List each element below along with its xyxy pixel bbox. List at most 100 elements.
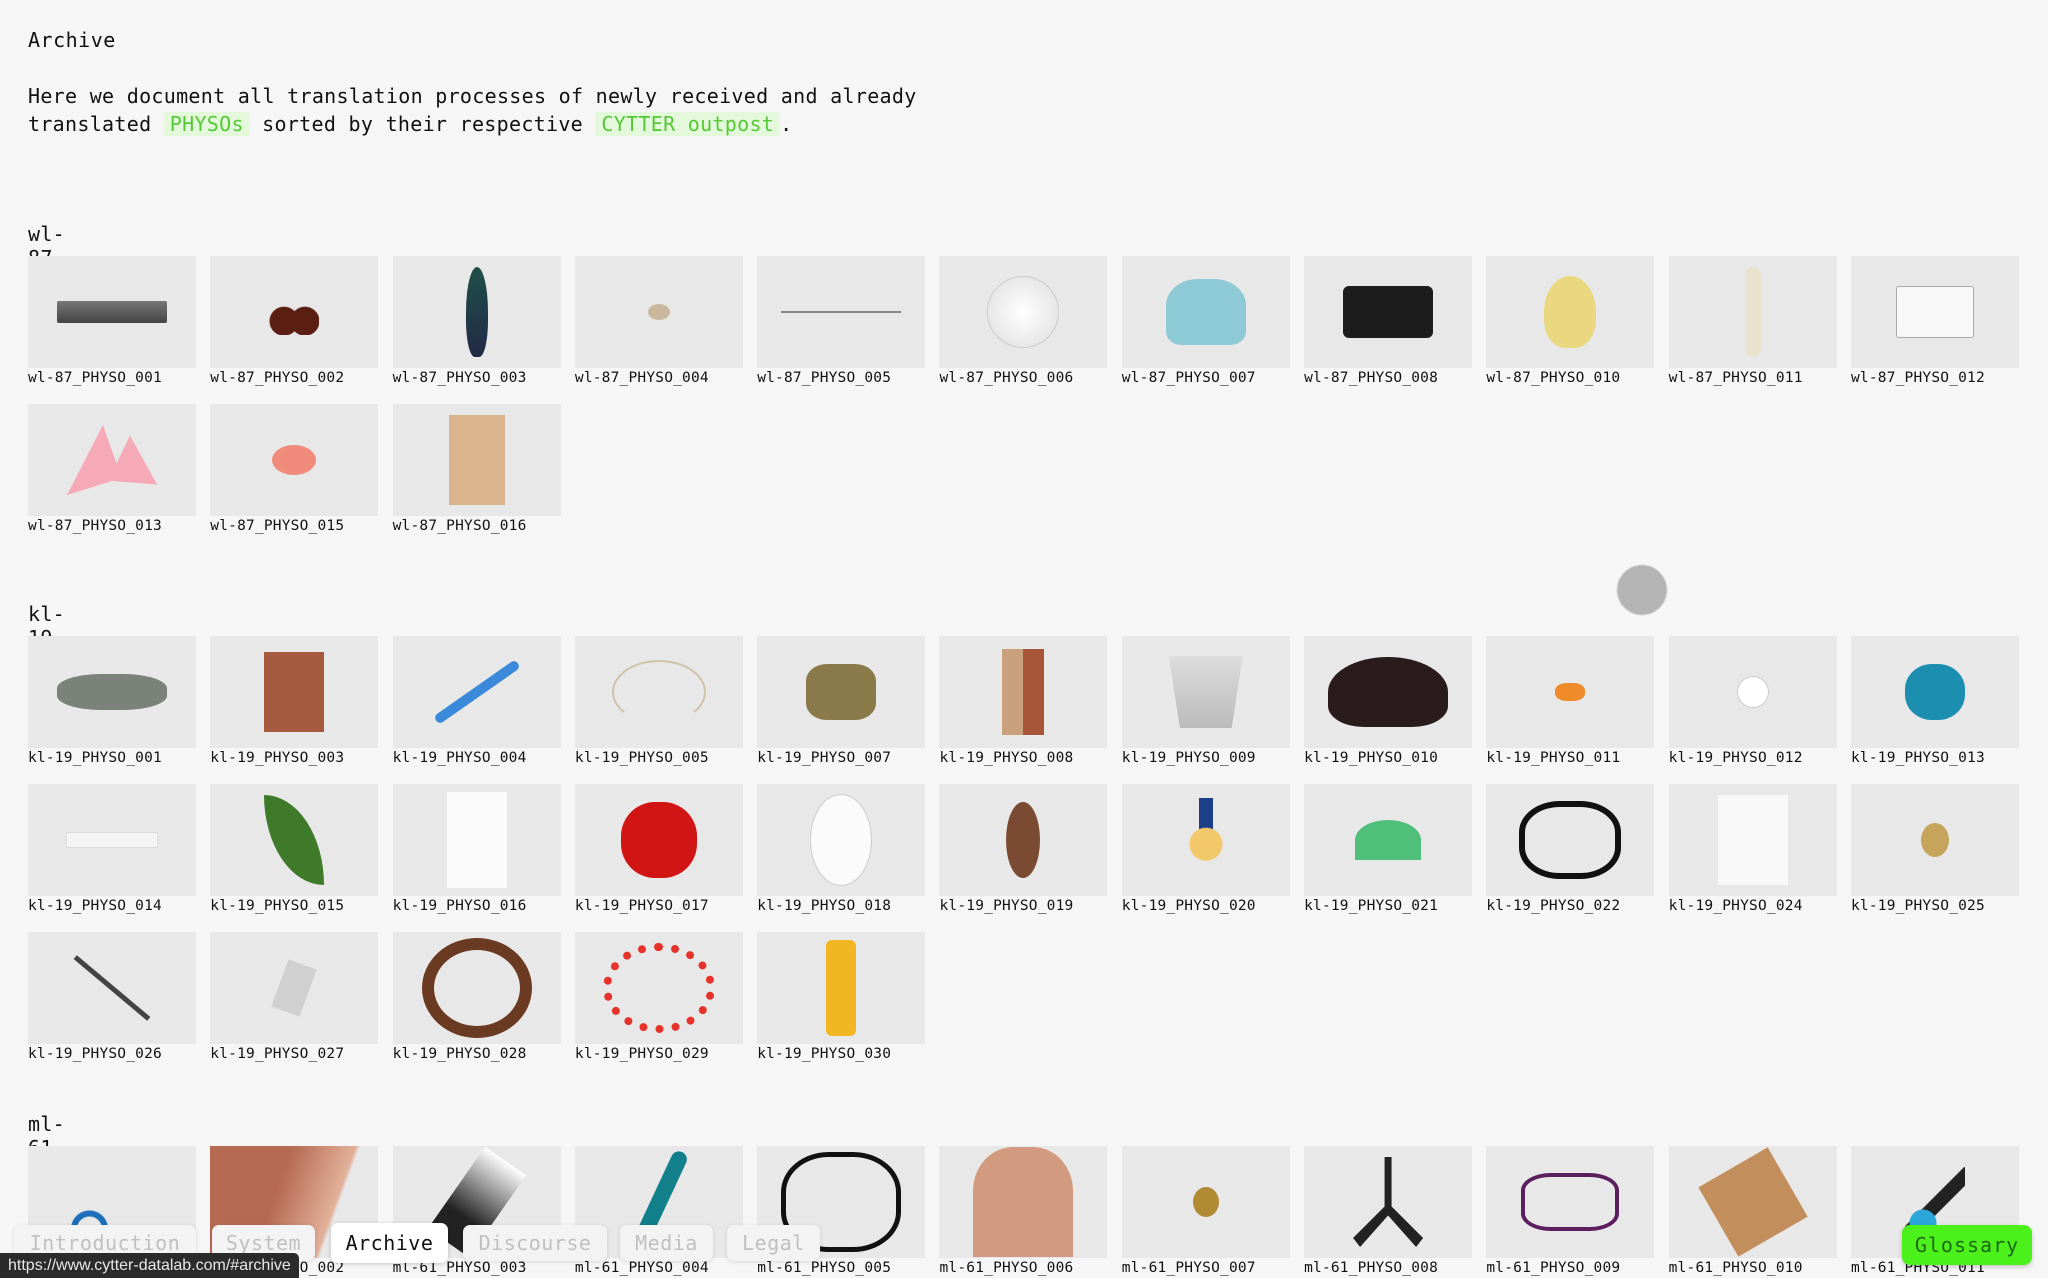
physo-item[interactable]: kl-19_PHYSO_024	[1668, 784, 1837, 914]
physo-thumbnail[interactable]	[757, 784, 926, 896]
physo-item[interactable]: kl-19_PHYSO_020	[1121, 784, 1290, 914]
physo-thumbnail[interactable]	[210, 636, 379, 748]
physo-item[interactable]: kl-19_PHYSO_017	[574, 784, 743, 914]
physo-item[interactable]: kl-19_PHYSO_030	[757, 932, 926, 1062]
physo-thumbnail[interactable]	[210, 932, 379, 1044]
physo-thumbnail[interactable]	[1304, 784, 1473, 896]
physo-thumbnail[interactable]	[392, 404, 561, 516]
physo-item[interactable]: kl-19_PHYSO_007	[757, 636, 926, 766]
physo-thumbnail[interactable]	[1304, 636, 1473, 748]
physo-item[interactable]: wl-87_PHYSO_010	[1486, 256, 1655, 386]
physo-thumbnail[interactable]	[1668, 784, 1837, 896]
physo-thumbnail[interactable]	[1486, 1146, 1655, 1258]
physo-thumbnail[interactable]	[1668, 1146, 1837, 1258]
physo-item[interactable]: kl-19_PHYSO_028	[392, 932, 561, 1062]
physo-thumbnail[interactable]	[757, 932, 926, 1044]
physo-thumbnail[interactable]	[1486, 784, 1655, 896]
physo-item[interactable]: wl-87_PHYSO_006	[939, 256, 1108, 386]
physo-thumbnail[interactable]	[574, 932, 743, 1044]
physo-item[interactable]: wl-87_PHYSO_012	[1850, 256, 2019, 386]
physo-item[interactable]: wl-87_PHYSO_002	[210, 256, 379, 386]
physo-thumbnail[interactable]	[392, 636, 561, 748]
physos-link[interactable]: PHYSOs	[163, 112, 250, 136]
physo-thumbnail[interactable]	[574, 256, 743, 368]
physo-thumbnail[interactable]	[574, 784, 743, 896]
physo-item[interactable]: kl-19_PHYSO_008	[939, 636, 1108, 766]
physo-thumbnail[interactable]	[1668, 636, 1837, 748]
physo-item[interactable]: kl-19_PHYSO_026	[28, 932, 196, 1062]
cytter-outpost-link[interactable]: CYTTER outpost	[595, 112, 781, 136]
physo-thumbnail[interactable]	[1850, 636, 2019, 748]
physo-thumbnail[interactable]	[757, 256, 926, 368]
physo-item[interactable]: ml-61_PHYSO_008	[1304, 1146, 1473, 1276]
tab-archive[interactable]: Archive	[331, 1223, 448, 1263]
physo-item[interactable]: wl-87_PHYSO_004	[574, 256, 743, 386]
physo-thumbnail[interactable]	[28, 404, 196, 516]
physo-thumbnail[interactable]	[28, 636, 196, 748]
physo-item[interactable]: kl-19_PHYSO_003	[210, 636, 379, 766]
physo-item[interactable]: kl-19_PHYSO_014	[28, 784, 196, 914]
physo-item[interactable]: kl-19_PHYSO_021	[1304, 784, 1473, 914]
physo-item[interactable]: kl-19_PHYSO_011	[1486, 636, 1655, 766]
physo-item[interactable]: kl-19_PHYSO_009	[1121, 636, 1290, 766]
physo-thumbnail[interactable]	[1121, 256, 1290, 368]
physo-thumbnail[interactable]	[939, 636, 1108, 748]
physo-item[interactable]: kl-19_PHYSO_027	[210, 932, 379, 1062]
physo-thumbnail[interactable]	[28, 784, 196, 896]
physo-item[interactable]: kl-19_PHYSO_022	[1486, 784, 1655, 914]
physo-item[interactable]: kl-19_PHYSO_018	[757, 784, 926, 914]
physo-thumbnail[interactable]	[939, 256, 1108, 368]
tab-legal[interactable]: Legal	[727, 1225, 820, 1261]
physo-item[interactable]: ml-61_PHYSO_006	[939, 1146, 1108, 1276]
physo-thumbnail[interactable]	[939, 784, 1108, 896]
physo-item[interactable]: kl-19_PHYSO_010	[1304, 636, 1473, 766]
physo-item[interactable]: kl-19_PHYSO_001	[28, 636, 196, 766]
physo-item[interactable]: wl-87_PHYSO_008	[1304, 256, 1473, 386]
physo-thumbnail[interactable]	[28, 256, 196, 368]
physo-item[interactable]: kl-19_PHYSO_016	[392, 784, 561, 914]
physo-item[interactable]: wl-87_PHYSO_016	[392, 404, 561, 534]
physo-item[interactable]: ml-61_PHYSO_007	[1121, 1146, 1290, 1276]
physo-thumbnail[interactable]	[392, 784, 561, 896]
physo-thumbnail[interactable]	[1486, 636, 1655, 748]
tab-discourse[interactable]: Discourse	[463, 1225, 607, 1261]
physo-thumbnail[interactable]	[1304, 256, 1473, 368]
physo-item[interactable]: wl-87_PHYSO_005	[757, 256, 926, 386]
physo-thumbnail[interactable]	[392, 256, 561, 368]
physo-item[interactable]: wl-87_PHYSO_007	[1121, 256, 1290, 386]
tab-media[interactable]: Media	[620, 1225, 713, 1261]
physo-item[interactable]: kl-19_PHYSO_025	[1850, 784, 2019, 914]
physo-thumbnail[interactable]	[1850, 784, 2019, 896]
physo-item[interactable]: kl-19_PHYSO_019	[939, 784, 1108, 914]
physo-thumbnail[interactable]	[1121, 784, 1290, 896]
physo-item[interactable]: wl-87_PHYSO_003	[392, 256, 561, 386]
physo-item[interactable]: ml-61_PHYSO_009	[1486, 1146, 1655, 1276]
physo-thumbnail[interactable]	[1121, 636, 1290, 748]
physo-item[interactable]: wl-87_PHYSO_013	[28, 404, 196, 534]
physo-thumbnail[interactable]	[210, 784, 379, 896]
physo-label: kl-19_PHYSO_009	[1121, 750, 1256, 766]
physo-thumbnail[interactable]	[574, 636, 743, 748]
physo-thumbnail[interactable]	[1668, 256, 1837, 368]
physo-item[interactable]: ml-61_PHYSO_010	[1668, 1146, 1837, 1276]
physo-item[interactable]: wl-87_PHYSO_001	[28, 256, 196, 386]
physo-thumbnail[interactable]	[210, 404, 379, 516]
physo-thumbnail[interactable]	[28, 932, 196, 1044]
physo-thumbnail[interactable]	[392, 932, 561, 1044]
physo-item[interactable]: kl-19_PHYSO_029	[574, 932, 743, 1062]
glossary-button[interactable]: Glossary	[1902, 1225, 2032, 1265]
physo-item[interactable]: kl-19_PHYSO_004	[392, 636, 561, 766]
physo-thumbnail[interactable]	[1850, 256, 2019, 368]
physo-item[interactable]: wl-87_PHYSO_011	[1668, 256, 1837, 386]
physo-thumbnail[interactable]	[757, 636, 926, 748]
physo-thumbnail[interactable]	[1121, 1146, 1290, 1258]
physo-thumbnail[interactable]	[1486, 256, 1655, 368]
physo-item[interactable]: kl-19_PHYSO_012	[1668, 636, 1837, 766]
physo-item[interactable]: kl-19_PHYSO_013	[1850, 636, 2019, 766]
physo-item[interactable]: kl-19_PHYSO_015	[210, 784, 379, 914]
physo-item[interactable]: wl-87_PHYSO_015	[210, 404, 379, 534]
physo-thumbnail[interactable]	[1304, 1146, 1473, 1258]
physo-thumbnail[interactable]	[210, 256, 379, 368]
physo-thumbnail[interactable]	[939, 1146, 1108, 1258]
physo-item[interactable]: kl-19_PHYSO_005	[574, 636, 743, 766]
